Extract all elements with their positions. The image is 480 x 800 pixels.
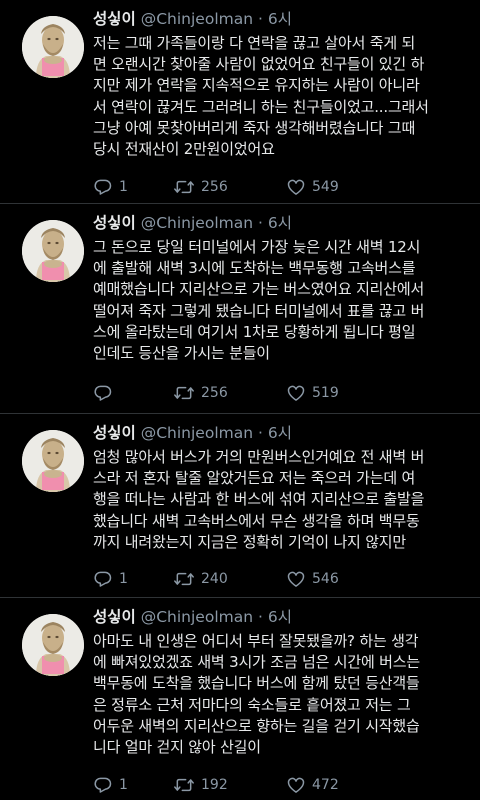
tweet-text-line: 했습니다 새벽 고속버스에서 무슨 생각을 하며 백무동 [93, 511, 420, 530]
separator-dot: · [258, 424, 263, 442]
separator-dot: · [258, 214, 263, 232]
tweet-text: 엄청 많아서 버스가 거의 만원버스인거예요 전 새벽 버 스라 저 혼자 탈줄… [93, 447, 475, 553]
heart-icon [286, 775, 306, 795]
heart-icon [286, 177, 306, 197]
tweet-divider [0, 597, 480, 598]
reply-icon [93, 177, 113, 197]
tweet-text-line: 지만 제가 연락을 지속적으로 유지하는 사람이 아니라 [93, 76, 420, 95]
timestamp[interactable]: 6시 [268, 214, 292, 232]
timestamp[interactable]: 6시 [268, 424, 292, 442]
reply-button[interactable]: 1 [93, 775, 128, 795]
like-count: 472 [312, 777, 339, 793]
retweet-icon [173, 569, 195, 589]
avatar[interactable] [22, 220, 84, 282]
retweet-count: 256 [201, 179, 228, 195]
user-handle[interactable]: @Chinjeolman [141, 608, 253, 626]
user-handle[interactable]: @Chinjeolman [141, 10, 253, 28]
tweet-text-line: 스에 올라탔는데 여기서 1차로 당황하게 됩니다 평일 [93, 322, 416, 341]
tweet-header: 성싷이 @Chinjeolman · 6시 [93, 422, 292, 444]
like-button[interactable]: 549 [286, 177, 339, 197]
retweet-button[interactable]: 240 [173, 569, 228, 589]
reply-icon [93, 775, 113, 795]
timeline: 성싷이 @Chinjeolman · 6시 저는 그때 가족들이랑 다 연락을 … [0, 0, 480, 800]
tweet-text-line: 인데도 등산을 가시는 분들이 [93, 344, 270, 363]
timestamp[interactable]: 6시 [268, 10, 292, 28]
tweet-text-line: 에 빠져있었겠죠 새벽 3시가 조금 넘은 시간에 버스는 [93, 653, 420, 672]
tweet-text-line: 서 연락이 끊겨도 그러려니 하는 친구들이었고...그래서 [93, 97, 429, 116]
tweet-text-line: 엄청 많아서 버스가 거의 만원버스인거예요 전 새벽 버 [93, 448, 425, 466]
heart-icon [286, 569, 306, 589]
tweet-text-line: 면 오랜시간 찾아줄 사람이 없었어요 친구들이 있긴 하 [93, 55, 425, 74]
like-button[interactable]: 519 [286, 383, 339, 403]
heart-icon [286, 383, 306, 403]
avatar[interactable] [22, 16, 84, 78]
avatar[interactable] [22, 614, 84, 676]
reply-button[interactable]: 1 [93, 569, 128, 589]
tweet-text: 아마도 내 인생은 어디서 부터 잘못됐을까? 하는 생각 에 빠져있었겠죠 새… [93, 631, 475, 758]
tweet-text-line: 예매했습니다 지리산으로 가는 버스였어요 지리산에서 [93, 280, 425, 299]
timestamp[interactable]: 6시 [268, 608, 292, 626]
like-count: 549 [312, 179, 339, 195]
retweet-icon [173, 383, 195, 403]
display-name[interactable]: 성싷이 [93, 424, 136, 442]
retweet-count: 192 [201, 777, 228, 793]
retweet-count: 256 [201, 385, 228, 401]
tweet-actions: 1 192 472 [93, 775, 473, 795]
tweet-text-line: 어두운 새벽의 지리산으로 향하는 길을 걷기 시작했습 [93, 716, 420, 735]
tweet-text-line: 아마도 내 인생은 어디서 부터 잘못됐을까? 하는 생각 [93, 632, 419, 650]
like-count: 546 [312, 571, 339, 587]
separator-dot: · [258, 10, 263, 28]
tweet-divider [0, 203, 480, 204]
tweet-text-line: 그냥 아예 못찾아버리게 죽자 생각해버렸습니다 그때 [93, 118, 416, 137]
tweet-text-line: 스라 저 혼자 탈줄 알았거든요 저는 죽으러 가는데 여 [93, 469, 416, 488]
reply-button[interactable] [93, 383, 119, 403]
tweet-text-line: 저는 그때 가족들이랑 다 연락을 끊고 살아서 죽게 되 [93, 34, 416, 52]
tweet-text-line: 까지 내려왔는지 지금은 정확히 기억이 나지 않지만 [93, 532, 407, 551]
tweet-text-line: 에 출발해 새벽 3시에 도착하는 백무동행 고속버스를 [93, 259, 416, 278]
like-count: 519 [312, 385, 339, 401]
tweet-text: 그 돈으로 당일 터미널에서 가장 늦은 시간 새벽 12시 에 출발해 새벽 … [93, 237, 475, 364]
user-handle[interactable]: @Chinjeolman [141, 214, 253, 232]
reply-count: 1 [119, 179, 128, 195]
tweet-text-line: 니다 얼마 걷지 않아 산길이 [93, 738, 261, 757]
reply-icon [93, 569, 113, 589]
tweet-text-line: 그 돈으로 당일 터미널에서 가장 늦은 시간 새벽 12시 [93, 238, 421, 256]
tweet-actions: 256 519 [93, 383, 473, 403]
like-button[interactable]: 472 [286, 775, 339, 795]
display-name[interactable]: 성싷이 [93, 608, 136, 626]
tweet-header: 성싷이 @Chinjeolman · 6시 [93, 606, 292, 628]
retweet-icon [173, 775, 195, 795]
tweet-header: 성싷이 @Chinjeolman · 6시 [93, 8, 292, 30]
tweet-text-line: 행을 떠나는 사람과 한 버스에 섞여 지리산으로 출발을 [93, 490, 425, 509]
tweet-divider [0, 413, 480, 414]
tweet-text-line: 당시 전재산이 2만원이었어요 [93, 140, 275, 159]
tweet-actions: 1 240 546 [93, 569, 473, 589]
retweet-button[interactable]: 192 [173, 775, 228, 795]
display-name[interactable]: 성싷이 [93, 10, 136, 28]
retweet-button[interactable]: 256 [173, 383, 228, 403]
retweet-button[interactable]: 256 [173, 177, 228, 197]
tweet-text: 저는 그때 가족들이랑 다 연락을 끊고 살아서 죽게 되 면 오랜시간 찾아줄… [93, 33, 475, 160]
tweet-header: 성싷이 @Chinjeolman · 6시 [93, 212, 292, 234]
avatar[interactable] [22, 430, 84, 492]
reply-button[interactable]: 1 [93, 177, 128, 197]
tweet-text-line: 떨어져 죽자 그렇게 됐습니다 터미널에서 표를 끊고 버 [93, 301, 425, 320]
retweet-icon [173, 177, 195, 197]
tweet-text-line: 은 정류소 근처 저마다의 숙소들로 흩어졌고 저는 그 [93, 695, 411, 714]
tweet-text-line: 백무동에 도착을 했습니다 버스에 함께 탔던 등산객들 [93, 674, 420, 693]
retweet-count: 240 [201, 571, 228, 587]
reply-count: 1 [119, 571, 128, 587]
tweet-actions: 1 256 549 [93, 177, 473, 197]
user-handle[interactable]: @Chinjeolman [141, 424, 253, 442]
reply-count: 1 [119, 777, 128, 793]
reply-icon [93, 383, 113, 403]
display-name[interactable]: 성싷이 [93, 214, 136, 232]
separator-dot: · [258, 608, 263, 626]
like-button[interactable]: 546 [286, 569, 339, 589]
